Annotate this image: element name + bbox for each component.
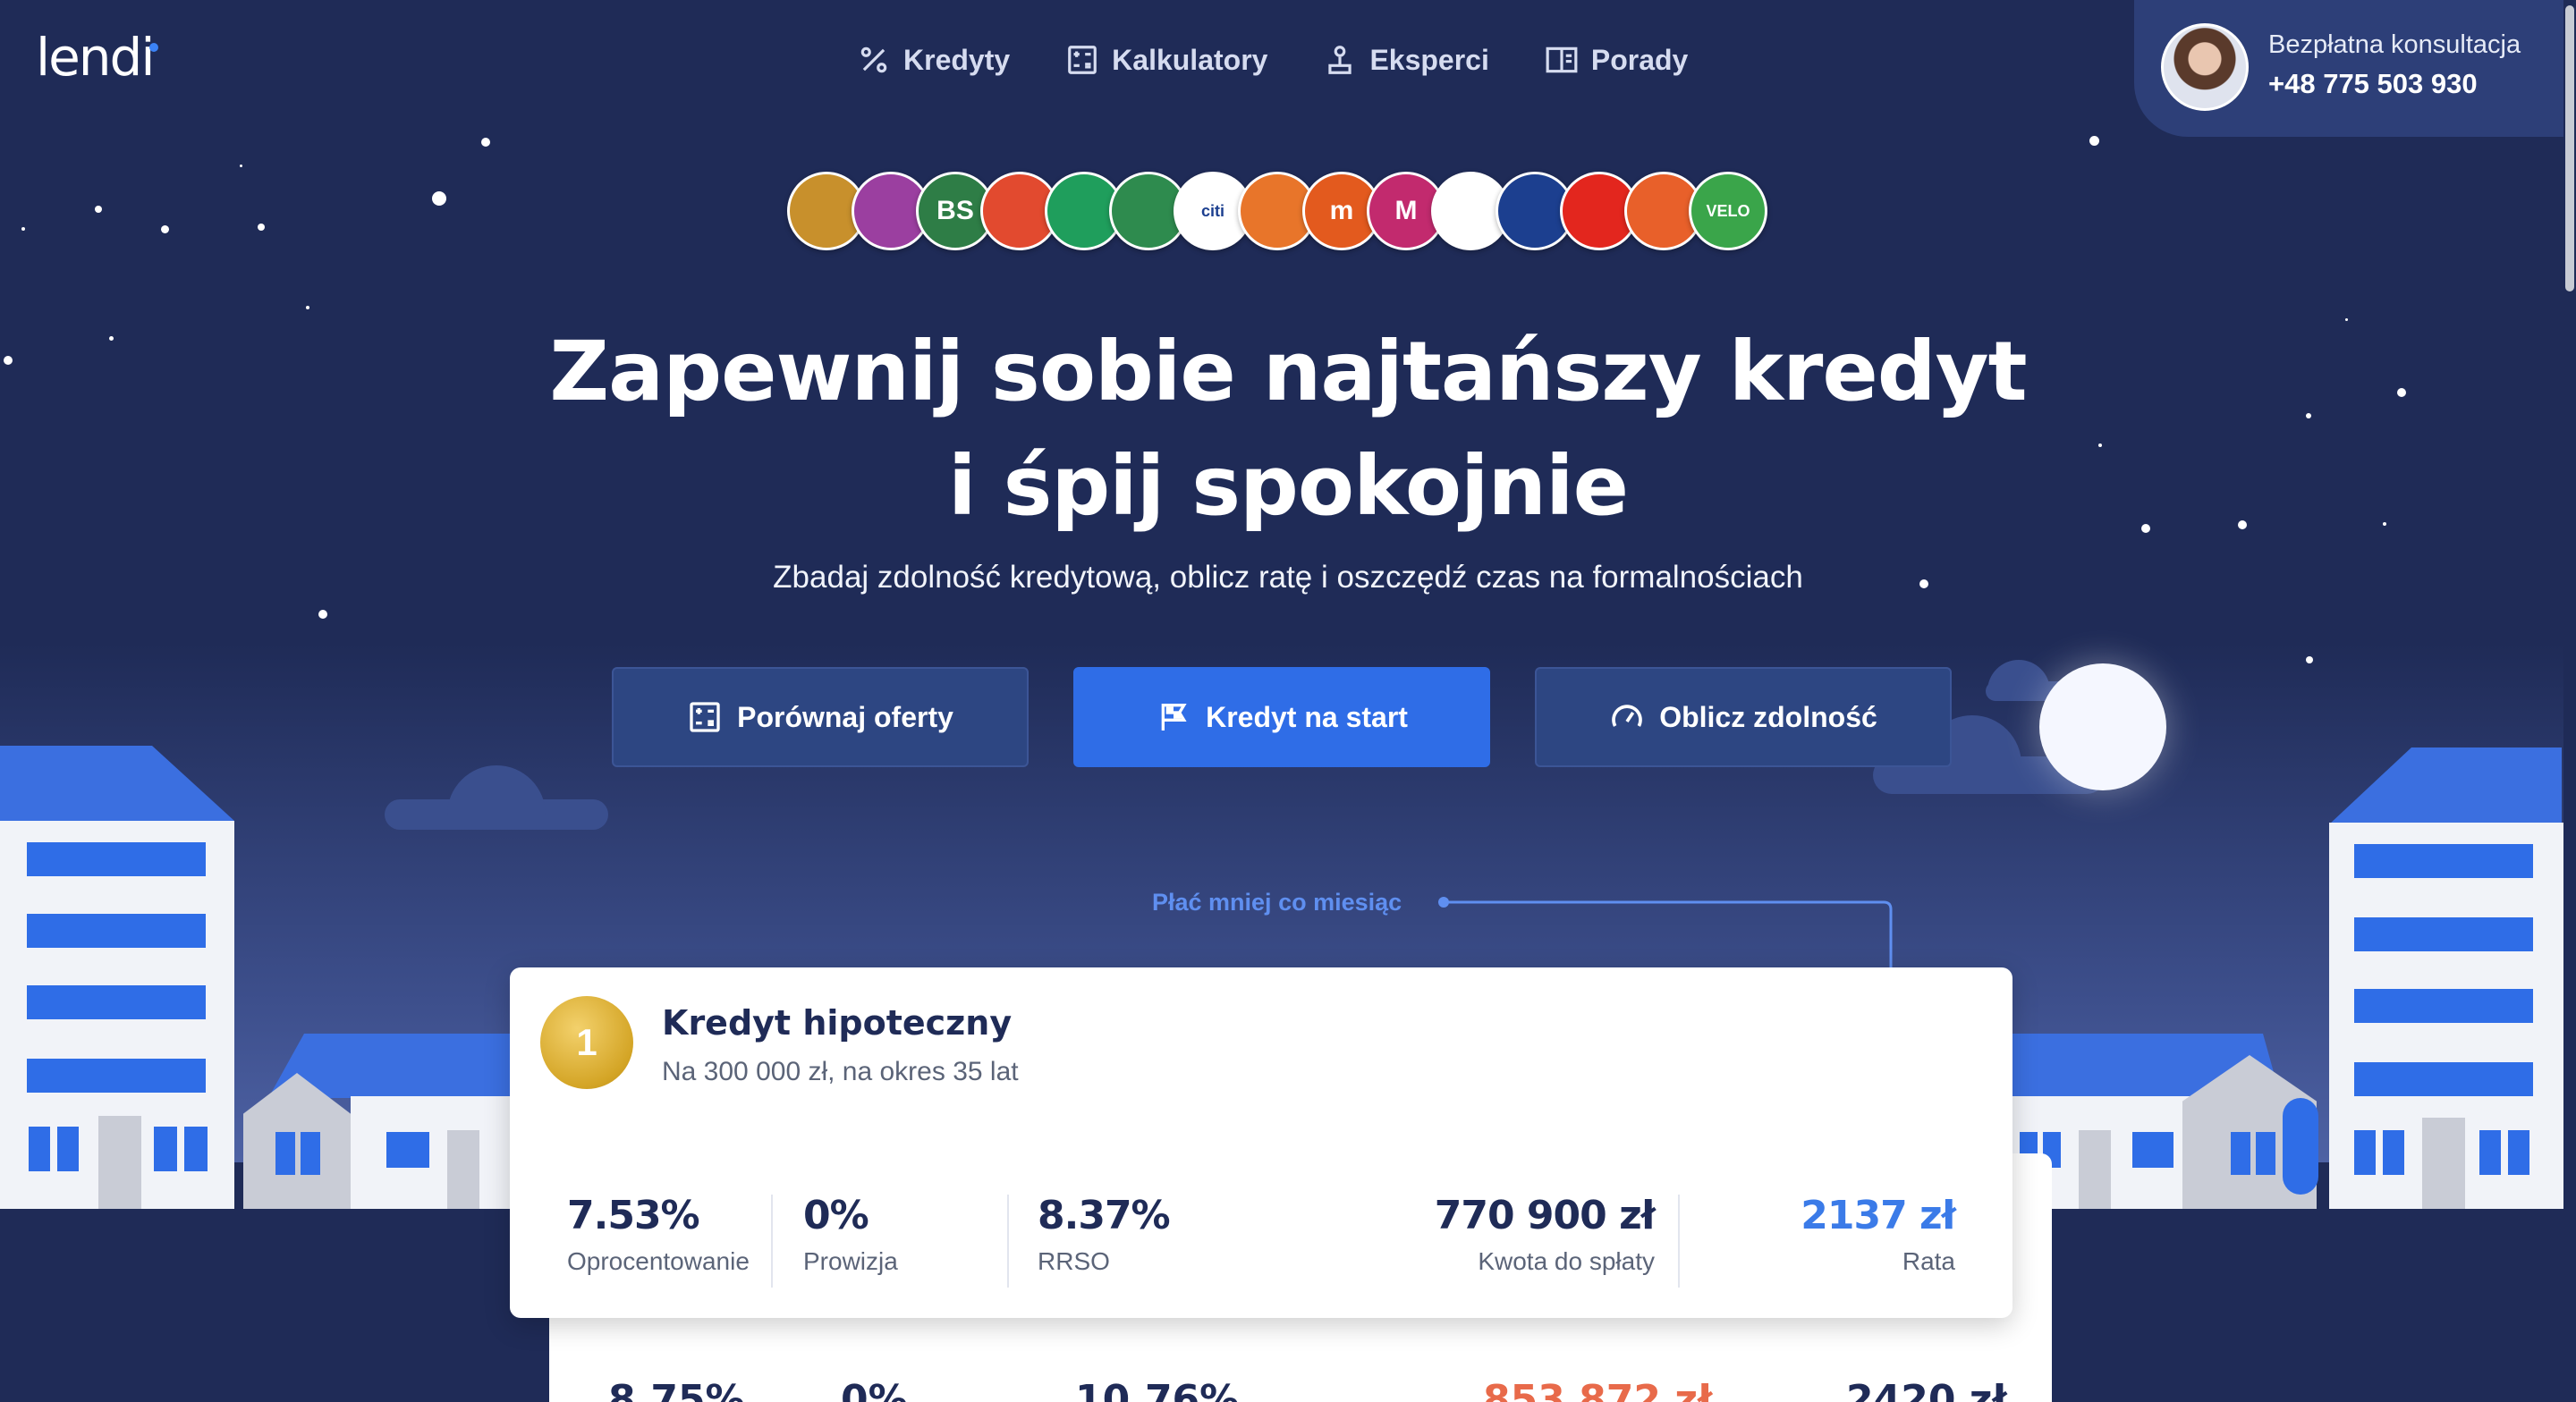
divider xyxy=(1007,1195,1009,1288)
divider xyxy=(1678,1195,1680,1288)
metric-rrso: 8.37% RRSO xyxy=(1038,1193,1171,1276)
offer2-installment: 2420 zł xyxy=(1846,1377,2007,1402)
metric-label: Oprocentowanie xyxy=(567,1247,750,1275)
metric-value: 7.53% xyxy=(567,1193,700,1238)
offer2-rate: 8.75% xyxy=(608,1377,745,1402)
scrollbar-thumb[interactable] xyxy=(2565,5,2574,291)
metric-total-repayment: 770 900 zł Kwota do spłaty xyxy=(1434,1193,1656,1276)
offer-card[interactable]: 1 Kredyt hipoteczny Na 300 000 zł, na ok… xyxy=(510,967,2012,1318)
divider xyxy=(771,1195,773,1288)
offer2-rrso: 10.76% xyxy=(1075,1377,1240,1402)
metric-value: 770 900 zł xyxy=(1434,1193,1656,1238)
metric-label: Prowizja xyxy=(803,1247,898,1275)
metric-value: 8.37% xyxy=(1038,1193,1171,1238)
metric-interest: 7.53% Oprocentowanie xyxy=(567,1193,750,1276)
offer-title: Kredyt hipoteczny xyxy=(662,1003,1013,1043)
metric-commission: 0% Prowizja xyxy=(803,1193,898,1276)
metric-installment: 2137 zł Rata xyxy=(1801,1193,1956,1276)
metric-label: Rata xyxy=(1902,1247,1955,1275)
offer2-total: 853 872 zł xyxy=(1483,1377,1713,1402)
metric-value: 0% xyxy=(803,1193,869,1238)
metric-label: Kwota do spłaty xyxy=(1478,1247,1655,1275)
metric-value: 2137 zł xyxy=(1801,1193,1956,1238)
offer2-commission: 0% xyxy=(841,1377,908,1402)
metric-label: RRSO xyxy=(1038,1247,1110,1275)
rank-medal: 1 xyxy=(540,996,633,1089)
offer-subtitle: Na 300 000 zł, na okres 35 lat xyxy=(662,1057,1019,1086)
